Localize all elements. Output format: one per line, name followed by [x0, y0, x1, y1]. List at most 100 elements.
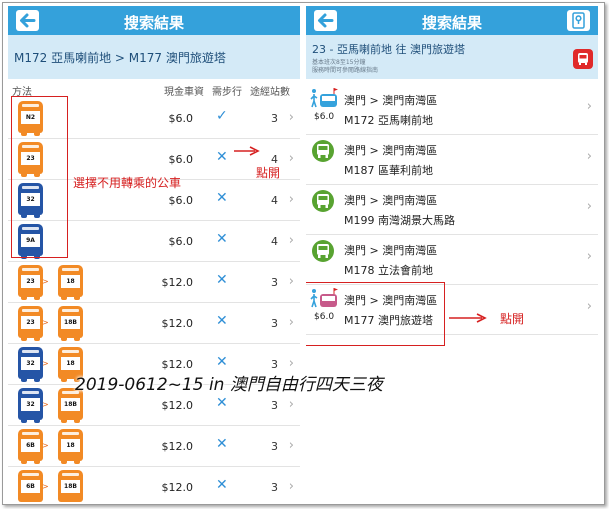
fare-value: $12.0 [161, 399, 194, 412]
chevron-right-icon: › [586, 99, 592, 114]
fare-value: $6.0 [168, 112, 194, 125]
bus-line-number: 23 [21, 275, 40, 288]
stop-row[interactable]: $6.0 澳門 > 澳門南灣區 M172 亞馬喇前地 › [306, 85, 598, 135]
stop-district: 澳門 > 澳門南灣區 [344, 94, 438, 107]
stop-name: M187 區華利前地 [344, 164, 433, 177]
page-title: 搜索結果 [421, 14, 482, 32]
chevron-right-icon: › [288, 192, 294, 207]
no-walk-cross-icon: ✕ [216, 395, 228, 411]
route-summary: M172 亞馬喇前地 > M177 澳門旅遊塔 [8, 35, 300, 79]
map-pin-icon [572, 12, 585, 29]
transfer-arrow: > [42, 400, 49, 409]
transfer-arrow: > [42, 318, 49, 327]
bus-line-number: 18B [61, 480, 80, 493]
no-walk-cross-icon: ✕ [216, 436, 228, 452]
chevron-right-icon: › [586, 299, 592, 314]
route-option-row[interactable]: 23 18 > $12.0 ✕ 3 › [8, 262, 300, 303]
chevron-right-icon: › [586, 149, 592, 164]
route-option-row[interactable]: 6B 18 > $12.0 ✕ 3 › [8, 426, 300, 467]
no-walk-cross-icon: ✕ [216, 149, 228, 165]
stop-district: 澳門 > 澳門南灣區 [344, 144, 438, 157]
chevron-right-icon: › [288, 438, 294, 453]
map-button[interactable] [567, 10, 590, 31]
highlight-box-direct-routes [11, 96, 68, 258]
chevron-right-icon: › [288, 274, 294, 289]
stop-count: 3 [271, 399, 278, 412]
route-label: M172 亞馬喇前地 > M177 澳門旅遊塔 [14, 51, 226, 65]
chevron-right-icon: › [288, 397, 294, 412]
chevron-right-icon: › [288, 479, 294, 494]
bus-icon: 23 [18, 306, 43, 341]
route-info-badge[interactable] [573, 49, 593, 69]
fare-value: $6.0 [168, 153, 194, 166]
bus-icon: 18 [58, 429, 83, 464]
bus-line-number: 23 [21, 316, 40, 329]
bus-stop-icon [312, 140, 334, 162]
stop-count: 4 [271, 194, 278, 207]
route-summary: 23 - 亞馬喇前地 往 澳門旅遊塔 基本班次8至15分鐘 服務時間可參閱路線指… [306, 35, 598, 79]
fare-value: $12.0 [161, 481, 194, 494]
stop-count: 3 [271, 276, 278, 289]
stop-count: 3 [271, 317, 278, 330]
bus-icon: 32 [18, 347, 43, 382]
fare-value: $6.0 [168, 194, 194, 207]
chevron-right-icon: › [288, 315, 294, 330]
stop-name: M172 亞馬喇前地 [344, 114, 433, 127]
stop-district: 澳門 > 澳門南灣區 [344, 194, 438, 207]
stop-count: 4 [271, 235, 278, 248]
bus-line-number: 32 [21, 398, 40, 411]
column-header-fare: 現金車資 [164, 87, 204, 98]
route-label: 23 - 亞馬喇前地 往 澳門旅遊塔 [312, 43, 465, 56]
column-header-walk: 需步行 [212, 87, 242, 98]
bus-icon: 6B [18, 429, 43, 464]
annotation-tap-open-left: 點開 [256, 166, 281, 180]
bus-icon: 6B [18, 470, 43, 502]
transfer-arrow: > [42, 441, 49, 450]
transfer-arrow: > [42, 277, 49, 286]
header-bar: 搜索結果 [306, 6, 598, 35]
transfer-arrow: > [42, 482, 49, 491]
bus-icon: 18B [58, 306, 83, 341]
fare-value: $6.0 [168, 235, 194, 248]
chevron-right-icon: › [288, 233, 294, 248]
stop-district: 澳門 > 澳門南灣區 [344, 244, 438, 257]
red-arrow-icon [449, 313, 487, 323]
bus-line-number: 18B [61, 398, 80, 411]
stop-row[interactable]: 澳門 > 澳門南灣區 M199 南灣湖景大馬路 › [306, 185, 598, 235]
stop-name: M178 立法會前地 [344, 264, 433, 277]
stop-row[interactable]: 澳門 > 澳門南灣區 M178 立法會前地 › [306, 235, 598, 285]
stop-count: 3 [271, 440, 278, 453]
highlight-box-destination [306, 282, 445, 346]
route-option-row[interactable]: 23 18B > $12.0 ✕ 3 › [8, 303, 300, 344]
bus-front-icon [578, 53, 588, 65]
bus-line-number: 32 [21, 357, 40, 370]
transfer-arrow: > [42, 359, 49, 368]
bus-stop-icon [312, 240, 334, 262]
bus-icon: 18 [58, 265, 83, 300]
bus-line-number: 18B [61, 316, 80, 329]
chevron-right-icon: › [586, 199, 592, 214]
walk-board-bus-icon [310, 88, 340, 110]
bus-icon: 18B [58, 470, 83, 502]
stop-count: 3 [271, 112, 278, 125]
bus-stop-icon [312, 190, 334, 212]
annotation-select-direct: 選擇不用轉乘的公車 [73, 176, 182, 190]
stop-name: M199 南灣湖景大馬路 [344, 214, 455, 227]
stop-row[interactable]: 澳門 > 澳門南灣區 M187 區華利前地 › [306, 135, 598, 185]
blog-watermark: 2019-0612~15 in 澳門自由行四天三夜 [75, 375, 383, 395]
red-arrow-icon [234, 146, 260, 156]
bus-line-number: 18 [61, 439, 80, 452]
walk-required-check-icon: ✓ [216, 108, 228, 124]
chevron-right-icon: › [288, 110, 294, 125]
fare-value: $12.0 [161, 276, 194, 289]
route-option-row[interactable]: 6B 18B > $12.0 ✕ 3 › [8, 467, 300, 502]
no-walk-cross-icon: ✕ [216, 313, 228, 329]
fare-value: $12.0 [161, 317, 194, 330]
annotation-tap-open-right: 點開 [500, 312, 525, 326]
bus-line-number: 18 [61, 357, 80, 370]
page-title: 搜索結果 [123, 14, 184, 32]
fare-value: $12.0 [161, 440, 194, 453]
service-hours-note: 服務時間可參閱路線指南 [312, 67, 379, 74]
chevron-right-icon: › [288, 356, 294, 371]
column-header-stops: 途經站數 [250, 87, 290, 98]
